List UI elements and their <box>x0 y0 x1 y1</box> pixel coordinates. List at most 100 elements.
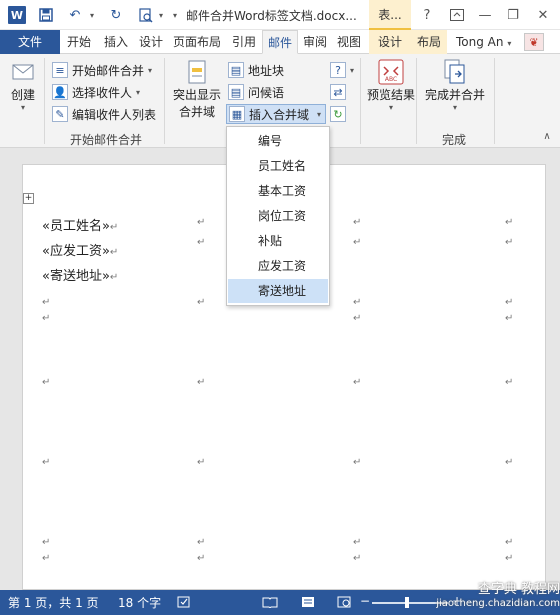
menu-item-mailing-address[interactable]: 寄送地址 <box>228 279 328 303</box>
table-move-handle-icon[interactable]: + <box>23 193 34 204</box>
recipients-icon: 👤 <box>52 84 68 100</box>
watermark-line1: 查字典 教程网 <box>477 582 560 597</box>
redo-icon[interactable]: ↻ <box>106 6 126 24</box>
select-recipients-caret-icon: ▾ <box>136 87 141 97</box>
word-count[interactable]: 18 个字 <box>118 594 161 611</box>
paragraph-mark: ↵ <box>42 297 51 308</box>
paragraph-mark: ↵ <box>505 457 514 468</box>
word-app-icon[interactable]: W <box>8 6 26 24</box>
collapse-ribbon-icon[interactable]: ∧ <box>536 126 558 146</box>
merge-field-employee-name[interactable]: «员工姓名»↵ <box>42 215 118 234</box>
paragraph-mark: ↵ <box>505 313 514 324</box>
preview-abc-text: ABC <box>385 76 397 83</box>
paragraph-mark: ↵ <box>42 537 51 548</box>
menu-item-allowance[interactable]: 补贴 <box>228 229 328 253</box>
merge-field-text: «员工姓名» <box>42 219 110 234</box>
page-count[interactable]: 第 1 页，共 1 页 <box>8 594 99 611</box>
menu-item-net-pay[interactable]: 应发工资 <box>228 254 328 278</box>
zoom-out-icon[interactable]: − <box>360 594 370 608</box>
preview-results-button[interactable]: ABC 预览结果 ▾ <box>364 58 418 112</box>
menu-item-position-salary[interactable]: 岗位工资 <box>228 204 328 228</box>
paragraph-mark: ↵ <box>505 237 514 248</box>
paragraph-mark: ↵ <box>197 553 206 564</box>
menu-item-employee-name[interactable]: 员工姓名 <box>228 154 328 178</box>
group-label-finish: 完成 <box>442 133 467 147</box>
greeting-line-label: 问候语 <box>248 85 285 100</box>
finish-caret-icon: ▾ <box>452 103 457 112</box>
paragraph-mark: ↵ <box>42 313 51 324</box>
web-layout-icon[interactable] <box>336 595 352 609</box>
site-watermark: 查字典 教程网 jiaocheng.chazidian.com <box>420 583 560 615</box>
tab-review[interactable]: 审阅 <box>298 30 332 54</box>
proofing-icon[interactable] <box>176 595 192 609</box>
tab-references[interactable]: 引用 <box>226 30 262 54</box>
undo-dropdown-icon[interactable]: ▾ <box>87 6 97 24</box>
document-icon: ≡ <box>52 62 68 78</box>
separator <box>494 58 495 144</box>
menu-item-id[interactable]: 编号 <box>228 129 328 153</box>
finish-merge-button[interactable]: 完成并合并 ▾ <box>422 58 488 112</box>
merge-field-net-pay[interactable]: «应发工资»↵ <box>42 240 118 259</box>
paragraph-mark: ↵ <box>109 222 119 233</box>
print-preview-icon[interactable] <box>136 6 156 24</box>
tab-view[interactable]: 视图 <box>332 30 366 54</box>
rules-button[interactable]: ? ▾ <box>330 60 354 80</box>
paragraph-mark: ↵ <box>353 457 362 468</box>
highlight-label-line1: 突出显示 <box>172 88 221 102</box>
start-mail-merge-button[interactable]: ≡ 开始邮件合并 ▾ <box>52 60 152 80</box>
paragraph-mark: ↵ <box>505 553 514 564</box>
save-icon[interactable] <box>36 6 56 24</box>
address-block-button[interactable]: ▤ 地址块 <box>228 60 284 80</box>
paragraph-mark: ↵ <box>353 237 362 248</box>
tab-table-layout[interactable]: 布局 <box>411 30 447 54</box>
preview-caret-icon: ▾ <box>388 103 393 112</box>
menu-item-base-salary[interactable]: 基本工资 <box>228 179 328 203</box>
tab-home[interactable]: 开始 <box>62 30 96 54</box>
tab-insert[interactable]: 插入 <box>99 30 133 54</box>
paragraph-mark: ↵ <box>197 217 206 228</box>
avatar[interactable]: ❦ <box>524 33 544 51</box>
print-preview-dropdown-icon[interactable]: ▾ <box>156 6 166 24</box>
close-icon[interactable]: ✕ <box>532 5 554 25</box>
separator <box>416 58 417 144</box>
separator <box>44 58 45 144</box>
zoom-slider-thumb[interactable] <box>405 597 409 608</box>
paragraph-mark: ↵ <box>505 297 514 308</box>
document-title: 邮件合并Word标签文档.docx... <box>186 9 357 23</box>
user-name[interactable]: Tong An ▾ <box>456 30 511 54</box>
customize-qat-icon[interactable]: ▾ <box>168 6 182 24</box>
separator <box>164 58 165 144</box>
print-layout-icon[interactable] <box>300 595 316 609</box>
maximize-icon[interactable]: ❐ <box>502 5 524 25</box>
update-labels-button[interactable]: ↻ <box>330 104 350 124</box>
rules-icon: ? <box>330 62 346 78</box>
highlight-merge-fields-button[interactable]: 突出显示 合并域 <box>170 58 224 120</box>
merge-field-mailing-address[interactable]: «寄送地址»↵ <box>42 265 118 284</box>
tab-mailings[interactable]: 邮件 <box>262 30 298 54</box>
greeting-line-button[interactable]: ▤ 问候语 <box>228 82 284 102</box>
tab-design[interactable]: 设计 <box>134 30 168 54</box>
user-name-label: Tong An <box>456 35 504 49</box>
finish-merge-icon <box>440 58 470 86</box>
tab-page-layout[interactable]: 页面布局 <box>168 30 226 54</box>
ribbon-display-icon[interactable] <box>446 5 468 25</box>
undo-icon[interactable]: ↶ <box>64 6 86 24</box>
minimize-icon[interactable]: — <box>474 5 496 25</box>
paragraph-mark: ↵ <box>197 537 206 548</box>
select-recipients-button[interactable]: 👤 选择收件人 ▾ <box>52 82 140 102</box>
paragraph-mark: ↵ <box>197 377 206 388</box>
select-recipients-label: 选择收件人 <box>72 85 133 100</box>
read-mode-icon[interactable] <box>262 595 278 609</box>
separator <box>360 58 361 144</box>
tab-file[interactable]: 文件 <box>0 30 60 54</box>
tab-table-design[interactable]: 设计 <box>369 30 411 54</box>
create-button[interactable]: 创建 ▾ <box>6 58 40 112</box>
paragraph-mark: ↵ <box>505 537 514 548</box>
edit-recipient-list-button[interactable]: ✎ 编辑收件人列表 <box>52 104 156 124</box>
edit-recipient-list-label: 编辑收件人列表 <box>72 107 157 122</box>
match-fields-button[interactable]: ⇄ <box>330 82 350 102</box>
insert-merge-field-button[interactable]: ▦ 插入合并域 ▾ <box>226 104 327 124</box>
paragraph-mark: ↵ <box>353 217 362 228</box>
help-icon[interactable]: ? <box>416 5 438 25</box>
paragraph-mark: ↵ <box>353 297 362 308</box>
